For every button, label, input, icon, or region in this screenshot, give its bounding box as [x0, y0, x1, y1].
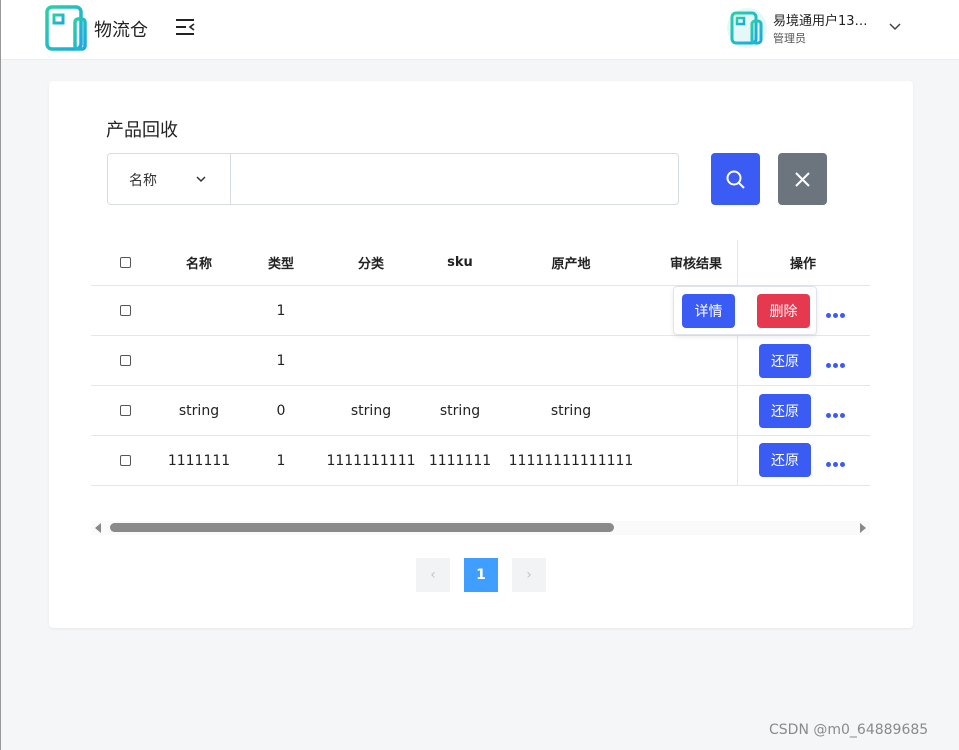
cell-type: 1 — [276, 452, 286, 469]
row-checkbox[interactable] — [119, 455, 131, 466]
watermark: CSDN @m0_64889685 — [769, 722, 929, 738]
restore-button[interactable]: 还原 — [759, 394, 811, 428]
cell-origin — [503, 286, 639, 335]
table-row: 1111111 1 1111111111 1111111 11111111111… — [91, 436, 870, 486]
app-name: 物流仓 — [94, 20, 148, 41]
more-actions-icon[interactable] — [826, 406, 848, 418]
row-actions-popover: 详情 删除 — [673, 286, 817, 335]
search-field-label: 名称 — [129, 173, 157, 189]
search-input[interactable] — [232, 154, 678, 204]
avatar[interactable] — [726, 7, 768, 49]
more-actions-icon[interactable] — [826, 455, 848, 467]
main-card: 产品回收 名称 名称 类型 分类 sku 原产地 审核结果 操作 1 1 还原 … — [49, 81, 913, 628]
cell-sku — [427, 286, 493, 335]
column-header-actions: 操作 — [789, 257, 816, 272]
cell-name: string — [178, 402, 220, 419]
logo-icon — [45, 5, 87, 51]
user-role: 管理员 — [773, 32, 806, 45]
table-row: string 0 string string string 还原 — [91, 386, 870, 436]
restore-button[interactable]: 还原 — [759, 443, 811, 477]
cell-category: string — [350, 402, 392, 419]
chevron-down-icon[interactable] — [887, 20, 903, 34]
search-field-select[interactable]: 名称 — [108, 154, 231, 204]
chevron-down-icon — [196, 176, 206, 183]
user-name[interactable]: 易境通用户133... — [773, 10, 873, 29]
column-divider — [737, 240, 738, 285]
cell-sku: 1111111 — [428, 452, 492, 469]
select-all-checkbox[interactable] — [119, 257, 131, 268]
cell-origin — [503, 336, 639, 385]
cell-category: 1111111111 — [326, 452, 416, 469]
scroll-right-arrow-icon[interactable] — [860, 523, 866, 533]
page-title: 产品回收 — [106, 120, 178, 141]
cell-type: 1 — [276, 302, 286, 319]
column-divider — [737, 436, 738, 485]
clear-button[interactable] — [778, 153, 827, 205]
cell-name — [159, 336, 239, 385]
detail-button[interactable]: 详情 — [682, 294, 735, 328]
column-divider — [737, 386, 738, 435]
table-header-row: 名称 类型 分类 sku 原产地 审核结果 操作 — [91, 240, 870, 286]
row-checkbox[interactable] — [119, 305, 131, 316]
pagination-page-1[interactable]: 1 — [464, 558, 498, 592]
cell-category — [321, 286, 421, 335]
search-box: 名称 — [107, 153, 679, 205]
cell-sku: string — [439, 402, 481, 419]
column-header-origin[interactable]: 原产地 — [503, 240, 639, 285]
column-header-name[interactable]: 名称 — [159, 240, 239, 285]
menu-fold-icon[interactable] — [174, 17, 196, 37]
cell-name: 1111111 — [167, 452, 231, 469]
delete-button[interactable]: 删除 — [757, 294, 810, 328]
table-row: 1 还原 — [91, 336, 870, 386]
column-header-sku[interactable]: sku — [427, 240, 493, 285]
cell-origin: 11111111111111 — [508, 452, 634, 469]
cell-category — [321, 336, 421, 385]
horizontal-scrollbar[interactable] — [91, 521, 870, 535]
cell-type: 0 — [276, 402, 286, 419]
product-table: 名称 类型 分类 sku 原产地 审核结果 操作 1 1 还原 string 0… — [91, 240, 870, 486]
top-header: 物流仓 易境通用户133... 管理员 — [1, 0, 959, 60]
cell-origin: string — [550, 402, 592, 419]
column-divider — [737, 336, 738, 385]
search-icon — [726, 170, 745, 189]
cell-name — [159, 286, 239, 335]
cell-type: 1 — [276, 352, 286, 369]
column-header-review[interactable]: 审核结果 — [661, 240, 731, 285]
search-button[interactable] — [711, 153, 760, 205]
more-actions-icon[interactable] — [826, 356, 848, 368]
restore-button[interactable]: 还原 — [759, 344, 811, 378]
row-checkbox[interactable] — [119, 355, 131, 366]
close-icon — [795, 172, 810, 187]
scrollbar-thumb[interactable] — [110, 523, 614, 532]
row-checkbox[interactable] — [119, 405, 131, 416]
cell-sku — [427, 336, 493, 385]
pagination-next-button[interactable]: › — [512, 558, 546, 592]
column-header-type[interactable]: 类型 — [251, 240, 311, 285]
more-actions-icon[interactable] — [826, 306, 848, 318]
pagination-prev-button[interactable]: ‹ — [416, 558, 450, 592]
column-header-category[interactable]: 分类 — [321, 240, 421, 285]
scroll-left-arrow-icon[interactable] — [95, 523, 101, 533]
